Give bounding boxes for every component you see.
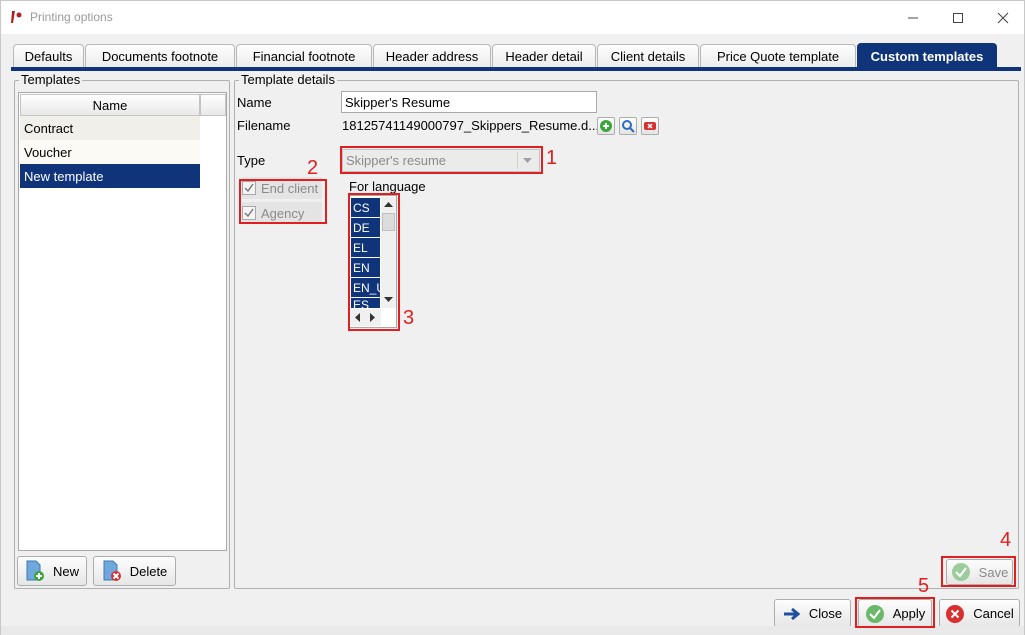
close-button-label: Close [808, 606, 843, 621]
list-item[interactable]: Contract [20, 116, 200, 140]
delete-template-button[interactable]: Delete [93, 556, 176, 586]
cancel-button-label: Cancel [973, 606, 1014, 621]
name-label: Name [237, 95, 272, 110]
type-label: Type [237, 153, 266, 168]
arrow-right-icon [783, 607, 801, 620]
tab-strip: Defaults Documents footnote Financial fo… [11, 43, 1021, 69]
annotation-number: 2 [307, 157, 319, 179]
window-title: Printing options [30, 10, 113, 24]
add-file-button[interactable] [597, 117, 615, 135]
annotation-box-apply [855, 597, 935, 628]
view-file-button[interactable] [619, 117, 637, 135]
tab-header-address[interactable]: Header address [373, 44, 491, 68]
minimize-button[interactable] [890, 1, 936, 34]
cancel-circle-icon [946, 604, 965, 623]
list-item[interactable]: Voucher [20, 140, 200, 164]
close-icon [997, 12, 1009, 23]
close-window-button[interactable] [980, 1, 1025, 34]
column-header-name[interactable]: Name [20, 94, 200, 116]
annotation-number: 4 [1000, 529, 1012, 551]
name-input-value: Skipper's Resume [345, 94, 451, 110]
annotation-box-language [348, 193, 400, 331]
annotation-number: 5 [918, 575, 930, 597]
cancel-button[interactable]: Cancel [939, 599, 1020, 628]
filename-value: 18125741149000797_Skippers_Resume.d... [342, 118, 600, 133]
annotation-number: 3 [403, 307, 415, 329]
new-button-label: New [52, 563, 79, 579]
new-document-icon [26, 560, 44, 581]
column-header-spacer [200, 94, 226, 116]
templates-group-title: Templates [19, 72, 83, 87]
minimize-icon [908, 17, 918, 18]
for-language-label: For language [349, 179, 426, 194]
title-bar: Printing options [1, 1, 1024, 34]
template-details-group-title: Template details [239, 72, 337, 87]
filename-label: Filename [237, 118, 291, 133]
remove-icon [644, 122, 656, 130]
name-input[interactable]: Skipper's Resume [341, 91, 597, 113]
tab-custom-templates[interactable]: Custom templates [857, 43, 997, 68]
tab-underline [11, 67, 1021, 71]
delete-document-icon [103, 560, 121, 581]
tab-header-detail[interactable]: Header detail [492, 44, 596, 68]
remove-file-button[interactable] [641, 117, 659, 135]
templates-list[interactable]: Name Contract Voucher New template [18, 92, 227, 551]
magnifier-icon [622, 120, 635, 133]
tab-client-details[interactable]: Client details [597, 44, 699, 68]
app-logo-icon [11, 11, 22, 23]
new-template-button[interactable]: New [17, 556, 87, 586]
printing-options-window: Printing options Defaults Documents foot… [0, 0, 1025, 635]
tab-financial-footnote[interactable]: Financial footnote [236, 44, 372, 68]
tab-price-quote-template[interactable]: Price Quote template [700, 44, 856, 68]
list-item-selected[interactable]: New template [20, 164, 200, 188]
tab-defaults[interactable]: Defaults [13, 44, 84, 68]
annotation-number: 1 [546, 147, 558, 169]
add-icon [600, 120, 612, 132]
maximize-icon [953, 12, 963, 23]
annotation-box-type [340, 146, 543, 174]
maximize-button[interactable] [935, 1, 981, 34]
close-button[interactable]: Close [774, 599, 851, 628]
annotation-box-checkboxes [239, 179, 327, 224]
annotation-box-save [941, 556, 1016, 587]
tab-documents-footnote[interactable]: Documents footnote [85, 44, 235, 68]
delete-button-label: Delete [129, 563, 168, 579]
